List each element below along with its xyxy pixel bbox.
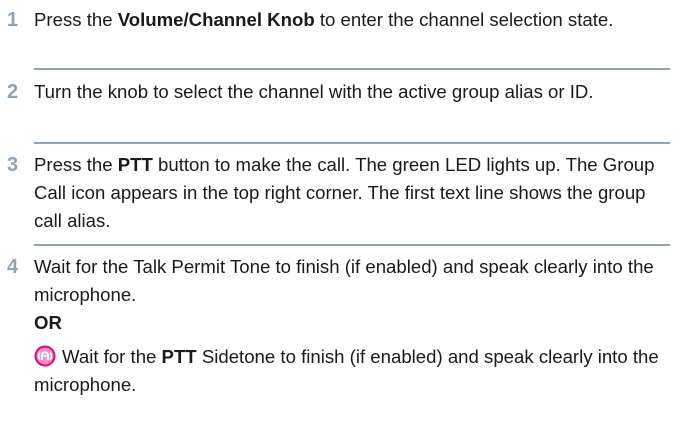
step-text-bold: PTT	[117, 154, 153, 175]
step-text: Wait for the Talk Permit Tone to finish …	[34, 253, 669, 399]
step-text: Press the Volume/Channel Knob to enter t…	[34, 6, 669, 34]
step-number: 3	[7, 154, 19, 176]
step-number: 4	[7, 256, 19, 278]
step-number: 2	[7, 81, 19, 103]
sidetone-icon	[34, 345, 56, 367]
step-text-pre: Press the	[34, 9, 118, 30]
alternative-instruction: Wait for the PTT Sidetone to finish (if …	[34, 343, 669, 399]
step-text-main: Wait for the Talk Permit Tone to finish …	[34, 256, 654, 305]
step-1: 1 Press the Volume/Channel Knob to enter…	[0, 6, 681, 34]
step-divider	[34, 244, 670, 246]
step-text-post: to enter the channel selection state.	[314, 9, 614, 30]
step-3: 3 Press the PTT button to make the call.…	[0, 151, 681, 235]
or-label: OR	[34, 312, 62, 333]
step-divider	[34, 142, 670, 144]
step-4: 4 Wait for the Talk Permit Tone to finis…	[0, 253, 681, 399]
step-text-bold: Volume/Channel Knob	[117, 9, 315, 30]
step-text: Press the PTT button to make the call. T…	[34, 151, 669, 235]
step-divider	[34, 68, 670, 70]
step-text: Turn the knob to select the channel with…	[34, 81, 594, 102]
step-2: 2 Turn the knob to select the channel wi…	[0, 78, 681, 106]
alt-text-pre: Wait for the	[62, 346, 162, 367]
alt-text-bold: PTT	[161, 346, 197, 367]
step-text-pre: Press the	[34, 154, 118, 175]
step-number: 1	[7, 9, 19, 31]
